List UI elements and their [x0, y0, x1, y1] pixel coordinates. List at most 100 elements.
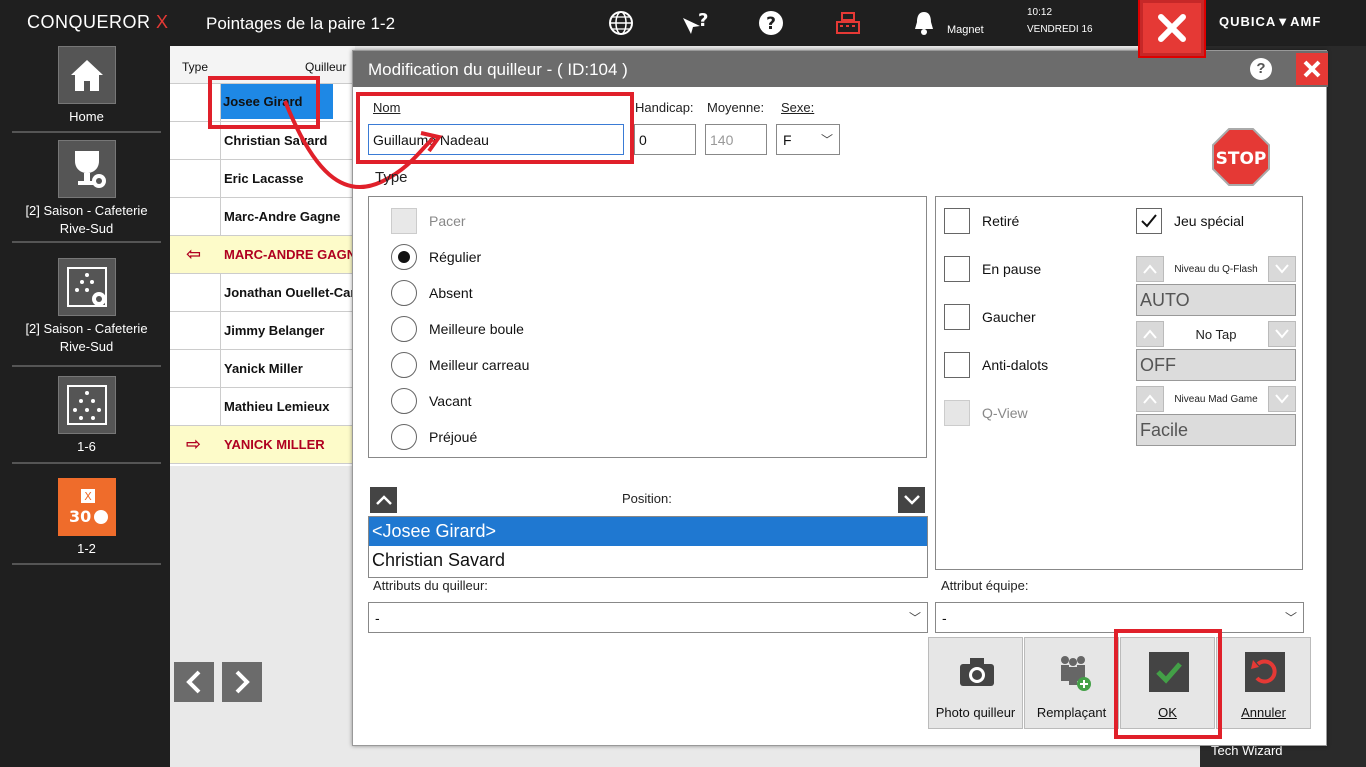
type-pacer: Pacer [391, 207, 466, 235]
gaucher-checkbox[interactable]: Gaucher [944, 303, 1036, 331]
svg-text:STOP: STOP [1216, 149, 1267, 169]
type-meilleure-boule[interactable]: Meilleure boule [391, 315, 524, 343]
highlight-annotation [1114, 629, 1222, 739]
photo-button[interactable]: Photo quilleur [928, 637, 1023, 729]
substitute-button[interactable]: Remplaçant [1024, 637, 1119, 729]
sidebar-item-label: 1-2 [77, 541, 96, 556]
dialog-close-button[interactable] [1296, 53, 1328, 85]
trophy-settings-icon [57, 140, 116, 198]
type-panel: Pacer Régulier Absent Meilleure boule Me… [368, 196, 927, 458]
list-item[interactable]: Christian Savard [369, 546, 927, 575]
en-pause-checkbox[interactable]: En pause [944, 255, 1041, 283]
type-meilleur-carreau[interactable]: Meilleur carreau [391, 351, 529, 379]
stop-sign-icon: STOP [1211, 127, 1271, 190]
type-prejoue[interactable]: Préjoué [391, 423, 477, 451]
position-up-button[interactable] [370, 487, 397, 513]
spinner-down-button[interactable] [1268, 256, 1296, 282]
attr-equipe-label: Attribut équipe: [941, 578, 1029, 593]
svg-text:30: 30 [69, 507, 91, 526]
no-tap-value: OFF [1136, 349, 1296, 381]
spinner-down-button[interactable] [1268, 386, 1296, 412]
spinner-up-button[interactable] [1136, 386, 1164, 412]
no-tap-spinner: No Tap [1136, 320, 1296, 348]
help-icon[interactable]: ? [758, 10, 784, 36]
edit-bowler-dialog: Modification du quilleur - ( ID:104 ) ? … [283, 50, 1328, 746]
arrow-right-icon: ⇨ [186, 434, 202, 454]
sidebar-item-label: [2] Saison - Cafeterie Rive-Sud [25, 321, 148, 354]
magnet-label: Magnet [947, 24, 984, 36]
mad-game-value: Facile [1136, 414, 1296, 446]
sidebar-item-saison-2[interactable]: [2] Saison - Cafeterie Rive-Sud [12, 258, 161, 356]
attr-quilleur-select[interactable]: - ﹀ [368, 602, 928, 633]
time-label: 10:12 [1027, 7, 1053, 18]
undo-icon [1245, 652, 1285, 692]
spinner-up-button[interactable] [1136, 321, 1164, 347]
cash-register-icon[interactable] [834, 10, 860, 36]
svg-text:X: X [84, 490, 92, 503]
close-app-button[interactable] [1138, 0, 1206, 58]
table-row[interactable]: Jonathan Ouellet-Carr [170, 274, 361, 312]
position-list: <Josee Girard> Christian Savard [368, 516, 928, 578]
team-row[interactable]: ⇦ MARC-ANDRE GAGNE [170, 236, 365, 274]
chevron-up-icon [375, 495, 392, 505]
handicap-label: Handicap: [635, 100, 694, 115]
pins-settings-icon [57, 258, 116, 316]
table-row[interactable]: Jimmy Belanger [170, 312, 355, 350]
bell-icon[interactable] [912, 10, 938, 36]
pointer-help-icon[interactable]: ? [681, 10, 708, 36]
type-absent[interactable]: Absent [391, 279, 473, 307]
sidebar-item-label: [2] Saison - Cafeterie Rive-Sud [25, 203, 148, 236]
spinner-down-button[interactable] [1268, 321, 1296, 347]
prev-button[interactable] [174, 662, 214, 702]
chevron-down-icon [1275, 329, 1289, 339]
position-down-button[interactable] [898, 487, 925, 513]
team-row[interactable]: ⇨ YANICK MILLER [170, 426, 355, 464]
pins-icon [57, 376, 116, 434]
close-icon [1303, 60, 1321, 78]
home-icon [57, 46, 116, 104]
chevron-down-icon [903, 495, 920, 505]
mad-game-spinner: Niveau Mad Game [1136, 385, 1296, 413]
table-row[interactable]: Yanick Miller [170, 350, 355, 388]
q-flash-spinner: Niveau du Q-Flash [1136, 255, 1296, 283]
q-flash-value: AUTO [1136, 284, 1296, 316]
handicap-input[interactable]: 0 [634, 124, 696, 155]
type-regulier[interactable]: Régulier [391, 243, 481, 271]
next-button[interactable] [222, 662, 262, 702]
gender-select[interactable]: F ﹀ [776, 124, 840, 155]
sidebar-item-saison-1[interactable]: [2] Saison - Cafeterie Rive-Sud [12, 140, 161, 238]
sidebar-item-pair-1-2[interactable]: X 30 1-2 [12, 478, 161, 558]
retire-checkbox[interactable]: Retiré [944, 207, 1019, 235]
chevron-down-icon: ﹀ [908, 611, 921, 625]
sidebar-item-home[interactable]: Home [12, 46, 161, 126]
camera-icon [960, 658, 994, 686]
average-input: 140 [705, 124, 767, 155]
globe-icon[interactable] [608, 10, 634, 36]
spinner-up-button[interactable] [1136, 256, 1164, 282]
page-title: Pointages de la paire 1-2 [206, 14, 396, 33]
sidebar-item-lane-1-6[interactable]: 1-6 [12, 376, 161, 456]
position-label: Position: [622, 491, 672, 506]
svg-text:?: ? [698, 10, 708, 31]
dialog-title: Modification du quilleur - ( ID:104 ) [368, 60, 628, 79]
score-sheet-icon: X 30 [57, 478, 116, 536]
chevron-up-icon [1143, 264, 1157, 274]
jeu-special-checkbox[interactable]: Jeu spécial [1136, 207, 1244, 235]
table-row[interactable]: Mathieu Lemieux [170, 388, 355, 426]
moyenne-label: Moyenne: [707, 100, 765, 115]
chevron-down-icon: ﹀ [820, 133, 833, 147]
type-vacant[interactable]: Vacant [391, 387, 472, 415]
date-label: VENDREDI 16 [1027, 24, 1093, 35]
app-brand: CONQUEROR X [27, 12, 169, 32]
q-view-checkbox: Q-View [944, 399, 1028, 427]
close-icon [1158, 14, 1186, 42]
cancel-button[interactable]: Annuler [1216, 637, 1311, 729]
options-panel: Retiré En pause Gaucher Anti-dalots Q-Vi… [935, 196, 1303, 570]
chevron-down-icon [1275, 264, 1289, 274]
help-icon[interactable]: ? [1250, 58, 1272, 80]
list-item[interactable]: <Josee Girard> [369, 517, 927, 546]
top-bar: Pointages de la paire 1-2 ? ? Magnet 10:… [170, 0, 1366, 58]
anti-dalots-checkbox[interactable]: Anti-dalots [944, 351, 1048, 379]
chevron-up-icon [1143, 394, 1157, 404]
type-label: Type [375, 169, 408, 186]
